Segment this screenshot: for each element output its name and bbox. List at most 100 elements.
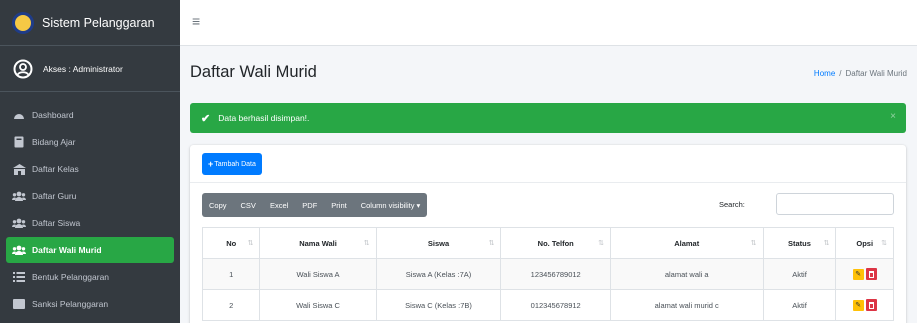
wali-murid-table: No ⇅ Nama Wali ⇅ Siswa ⇅ No. Telfon ⇅ Alamat… — [201, 227, 894, 321]
csv-button[interactable]: CSV — [234, 193, 263, 217]
sidebar-item-daftar-wali-murid[interactable]: Daftar Wali Murid — [6, 237, 174, 263]
search-label: Search: — [719, 200, 745, 209]
brand[interactable]: Sistem Pelanggaran — [0, 0, 180, 46]
row-actions: ✎ — [844, 299, 885, 311]
copy-button[interactable]: Copy — [202, 193, 234, 217]
cell-status: Aktif — [762, 258, 837, 290]
column-header-opsi[interactable]: Opsi ⇅ — [835, 227, 894, 259]
user-circle-icon — [12, 58, 34, 80]
users-icon — [12, 217, 26, 229]
sort-icon: ⇅ — [823, 240, 830, 247]
column-header-no-telfon[interactable]: No. Telfon ⇅ — [500, 227, 611, 259]
sidebar-item-label: Daftar Wali Murid — [32, 245, 102, 255]
sidebar-item-daftar-siswa[interactable]: Daftar Siswa — [6, 210, 174, 236]
column-header-label: Status — [788, 238, 811, 248]
cell-no: 2 — [201, 289, 261, 321]
row-actions: ✎ — [844, 268, 885, 280]
sidebar-item-daftar-kelas[interactable]: Daftar Kelas — [6, 156, 174, 182]
sidebar-item-label: Bidang Ajar — [32, 137, 76, 147]
sort-icon: ⇅ — [363, 240, 370, 247]
sidebar-item-label: Sanksi Pelanggaran — [32, 299, 109, 309]
edit-icon[interactable]: ✎ — [852, 268, 864, 280]
book-icon — [12, 136, 26, 148]
cell-siswa: Siswa C (Kelas :7B) — [375, 289, 502, 321]
sidebar: Sistem Pelanggaran Akses : Administrator… — [0, 0, 180, 323]
column-header-label: Nama Wali — [299, 238, 337, 248]
table-row: 2 Wali Siswa C Siswa C (Kelas :7B) 01234… — [201, 289, 894, 321]
users-icon — [12, 244, 26, 256]
data-card: + Tambah Data Copy CSV Excel PDF Print C… — [190, 145, 906, 323]
print-button[interactable]: Print — [324, 193, 353, 217]
menu-toggle-icon[interactable]: ≡ — [192, 14, 206, 28]
cell-alamat: alamat wali a — [609, 258, 764, 290]
alert-close-button[interactable]: × — [890, 111, 896, 122]
sort-icon: ⇅ — [247, 240, 254, 247]
sidebar-item-label: Daftar Siswa — [32, 218, 81, 228]
sidebar-item-label: Dashboard — [32, 110, 74, 120]
column-header-no[interactable]: No ⇅ — [201, 227, 261, 259]
sidebar-item-dashboard[interactable]: Dashboard — [6, 102, 174, 128]
sidebar-item-label: Daftar Guru — [32, 191, 77, 201]
cell-siswa: Siswa A (Kelas :7A) — [375, 258, 502, 290]
breadcrumb-home-link[interactable]: Home — [814, 69, 835, 78]
user-panel[interactable]: Akses : Administrator — [0, 46, 180, 92]
users-icon — [12, 190, 26, 202]
cell-status: Aktif — [762, 289, 837, 321]
export-button-group: Copy CSV Excel PDF Print Column visibili… — [202, 193, 428, 217]
sidebar-item-daftar-guru[interactable]: Daftar Guru — [6, 183, 174, 209]
sort-icon: ⇅ — [488, 240, 495, 247]
user-access-label: Akses : Administrator — [43, 63, 123, 74]
excel-button[interactable]: Excel — [263, 193, 295, 217]
add-data-label: Tambah Data — [214, 160, 256, 168]
search-input[interactable] — [776, 193, 894, 215]
alert-message: Data berhasil disimpan!. — [218, 113, 310, 123]
cell-nama-wali: Wali Siswa A — [259, 258, 377, 290]
column-header-label: No — [226, 238, 237, 248]
cell-no: 1 — [201, 258, 261, 290]
column-header-nama-wali[interactable]: Nama Wali ⇅ — [259, 227, 377, 259]
sidebar-item-label: Daftar Kelas — [32, 164, 79, 174]
cell-no-telfon: 123456789012 — [500, 258, 611, 290]
sort-icon: ⇅ — [750, 240, 757, 247]
cell-no-telfon: 012345678912 — [500, 289, 611, 321]
brand-title: Sistem Pelanggaran — [42, 15, 155, 30]
breadcrumb-current: Daftar Wali Murid — [845, 69, 908, 78]
trash-icon[interactable] — [865, 268, 877, 280]
sidebar-menu: Dashboard Bidang Ajar Daftar Kelas Dafta… — [0, 92, 180, 317]
top-navbar: ≡ — [180, 0, 917, 46]
cell-opsi: ✎ — [835, 258, 894, 290]
sort-icon: ⇅ — [881, 240, 887, 247]
sidebar-item-sanksi-pelanggaran[interactable]: Sanksi Pelanggaran — [6, 291, 174, 317]
breadcrumb: Home / Daftar Wali Murid — [814, 69, 907, 78]
column-header-alamat[interactable]: Alamat ⇅ — [609, 227, 764, 259]
column-header-label: Alamat — [674, 238, 700, 248]
main-content: Daftar Wali Murid Home / Daftar Wali Murid… — [180, 46, 917, 323]
edit-icon[interactable]: ✎ — [852, 299, 864, 311]
dashboard-icon — [12, 109, 26, 121]
pdf-button[interactable]: PDF — [295, 193, 324, 217]
list-icon — [12, 271, 26, 283]
column-header-label: No. Telfon — [537, 238, 574, 248]
column-header-siswa[interactable]: Siswa ⇅ — [375, 227, 502, 259]
table-header-row: No ⇅ Nama Wali ⇅ Siswa ⇅ No. Telfon ⇅ Alamat… — [201, 227, 894, 259]
column-header-label: Siswa — [427, 238, 450, 248]
trash-icon[interactable] — [865, 299, 877, 311]
card-divider — [190, 182, 906, 183]
cell-opsi: ✎ — [835, 289, 894, 321]
sidebar-item-bentuk-pelanggaran[interactable]: Bentuk Pelanggaran — [6, 264, 174, 290]
column-header-label: Opsi — [856, 238, 874, 248]
sort-icon: ⇅ — [598, 240, 604, 247]
success-alert: ✔ Data berhasil disimpan!. × — [190, 103, 906, 133]
add-data-button[interactable]: + Tambah Data — [202, 153, 262, 175]
cell-nama-wali: Wali Siswa C — [259, 289, 377, 321]
sidebar-item-label: Bentuk Pelanggaran — [32, 272, 110, 282]
sidebar-item-bidang-ajar[interactable]: Bidang Ajar — [6, 129, 174, 155]
check-icon: ✔ — [201, 112, 211, 125]
list-icon — [12, 298, 26, 310]
brand-logo — [12, 11, 34, 34]
column-header-status[interactable]: Status ⇅ — [762, 227, 837, 259]
column-visibility-button[interactable]: Column visibility ▾ — [354, 193, 428, 217]
page-title: Daftar Wali Murid — [190, 63, 317, 81]
table-row: 1 Wali Siswa A Siswa A (Kelas :7A) 12345… — [201, 258, 894, 290]
cell-alamat: alamat wali murid c — [609, 289, 764, 321]
